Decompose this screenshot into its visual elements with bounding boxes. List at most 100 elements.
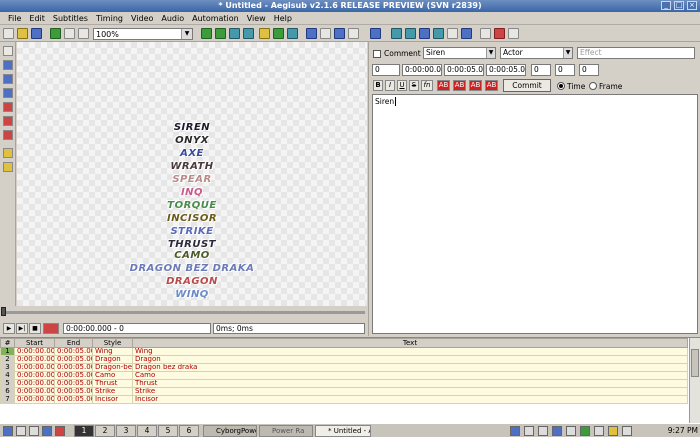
zoom-in-icon[interactable] — [64, 28, 75, 39]
open-file-icon[interactable] — [17, 28, 28, 39]
menu-subtitles[interactable]: Subtitles — [49, 12, 92, 24]
automation-icon[interactable] — [370, 28, 381, 39]
minimize-button[interactable]: _ — [661, 1, 671, 10]
clipboard-icon[interactable] — [594, 426, 604, 436]
column-header-number[interactable]: # — [0, 338, 15, 348]
column-header-text[interactable]: Text — [132, 338, 688, 348]
table-row[interactable]: 7 0:00:00.00 0:00:05.00 Incisor Incisor — [0, 395, 688, 404]
table-row[interactable]: 1 0:00:00.00 0:00:05.00 Wing Wing — [0, 347, 688, 356]
terminal-icon[interactable] — [16, 426, 26, 436]
layer-field[interactable]: 0 — [372, 64, 400, 76]
table-row[interactable]: 3 0:00:00.00 0:00:05.00 Dragon-bez Drago… — [0, 363, 688, 372]
shift-times-icon[interactable] — [259, 28, 270, 39]
snap-start-icon[interactable] — [201, 28, 212, 39]
comment-checkbox[interactable] — [373, 50, 381, 58]
kanji-timer-icon[interactable] — [447, 28, 458, 39]
maximize-button[interactable]: □ — [674, 1, 684, 10]
table-row[interactable]: 2 0:00:00.00 0:00:05.00 Dragon Dragon — [0, 355, 688, 364]
menu-view[interactable]: View — [243, 12, 270, 24]
duration-field[interactable]: 0:00:05.00 — [486, 64, 526, 76]
resample-resolution-icon[interactable] — [419, 28, 430, 39]
clock[interactable]: 9:27 PM — [668, 425, 698, 437]
primary-color-button[interactable]: AB — [437, 80, 450, 91]
desktop-6-button[interactable]: 6 — [179, 425, 199, 437]
outline-color-button[interactable]: AB — [469, 80, 482, 91]
spell-check-icon[interactable] — [461, 28, 472, 39]
underline-button[interactable]: U — [397, 80, 407, 91]
scale-tool-icon[interactable] — [3, 102, 13, 112]
help-icon[interactable] — [3, 162, 13, 172]
drag-tool-icon[interactable] — [3, 60, 13, 70]
translation-assistant-icon[interactable] — [405, 28, 416, 39]
standard-tool-icon[interactable] — [3, 46, 13, 56]
task-aegisub[interactable]: * Untitled - A — [315, 425, 371, 437]
video-seek-bar[interactable] — [3, 311, 365, 314]
keyboard-layout-icon[interactable] — [510, 426, 520, 436]
volume-icon[interactable] — [538, 426, 548, 436]
resample-icon[interactable] — [287, 28, 298, 39]
desktop-3-button[interactable]: 3 — [116, 425, 136, 437]
zoom-dropdown[interactable]: 100% ▼ — [93, 28, 193, 40]
start-time-field[interactable]: 0:00:00.00 — [402, 64, 442, 76]
menu-automation[interactable]: Automation — [188, 12, 243, 24]
tray-app-icon[interactable] — [566, 426, 576, 436]
margin-left-field[interactable]: 0 — [531, 64, 551, 76]
battery-icon[interactable] — [552, 426, 562, 436]
video-time-field[interactable]: 0:00:00.000 - 0 — [63, 323, 211, 334]
clip-tool-icon[interactable] — [3, 116, 13, 126]
grid-tags-icon[interactable] — [494, 28, 505, 39]
styles-manager-icon[interactable] — [306, 28, 317, 39]
play-line-icon[interactable]: ▶| — [16, 323, 28, 334]
grid-text-icon[interactable] — [508, 28, 519, 39]
snap-scene-icon[interactable] — [243, 28, 254, 39]
close-button[interactable]: × — [687, 1, 697, 10]
new-file-icon[interactable] — [3, 28, 14, 39]
start-menu-icon[interactable] — [3, 426, 13, 436]
menu-help[interactable]: Help — [270, 12, 296, 24]
font-button[interactable]: fn — [421, 80, 433, 91]
end-time-field[interactable]: 0:00:05.00 — [444, 64, 484, 76]
bold-button[interactable]: B — [373, 80, 383, 91]
column-header-start[interactable]: Start — [14, 338, 55, 348]
properties-icon[interactable] — [320, 28, 331, 39]
rotate-z-tool-icon[interactable] — [3, 74, 13, 84]
frame-radio[interactable] — [589, 82, 597, 90]
jump-to-icon[interactable] — [50, 28, 61, 39]
actor-dropdown[interactable]: Actor ▼ — [500, 47, 573, 59]
rotate-xy-tool-icon[interactable] — [3, 88, 13, 98]
options-icon[interactable] — [480, 28, 491, 39]
play-icon[interactable]: ▶ — [3, 323, 15, 334]
snap-end-icon[interactable] — [215, 28, 226, 39]
update-icon[interactable] — [580, 426, 590, 436]
desktop-1-button[interactable]: 1 — [74, 425, 94, 437]
effect-field[interactable]: Effect — [577, 47, 695, 59]
table-row[interactable]: 6 0:00:00.00 0:00:05.00 Strike Strike — [0, 387, 688, 396]
snap-video-icon[interactable] — [229, 28, 240, 39]
network-icon[interactable] — [524, 426, 534, 436]
autoscroll-icon[interactable] — [43, 323, 59, 334]
notification-icon[interactable] — [608, 426, 618, 436]
margin-vertical-field[interactable]: 0 — [579, 64, 599, 76]
column-header-end[interactable]: End — [54, 338, 93, 348]
desktop-2-button[interactable]: 2 — [95, 425, 115, 437]
menu-video[interactable]: Video — [127, 12, 157, 24]
desktop-4-button[interactable]: 4 — [137, 425, 157, 437]
table-row[interactable]: 4 0:00:00.00 0:00:05.00 Camo Camo — [0, 371, 688, 380]
vector-clip-tool-icon[interactable] — [3, 130, 13, 140]
save-icon[interactable] — [31, 28, 42, 39]
fonts-collector-icon[interactable] — [348, 28, 359, 39]
subtitle-text-editor[interactable]: Siren — [372, 94, 698, 334]
style-dropdown[interactable]: Siren ▼ — [423, 47, 496, 59]
shadow-color-button[interactable]: AB — [485, 80, 498, 91]
timing-post-processor-icon[interactable] — [433, 28, 444, 39]
browser-icon[interactable] — [42, 426, 52, 436]
seek-handle[interactable] — [1, 307, 6, 316]
scrollbar-thumb[interactable] — [691, 349, 699, 377]
tray-icon[interactable] — [622, 426, 632, 436]
styling-assistant-icon[interactable] — [391, 28, 402, 39]
app-launcher-icon[interactable] — [55, 426, 65, 436]
stop-icon[interactable]: ■ — [29, 323, 41, 334]
italic-button[interactable]: I — [385, 80, 395, 91]
time-radio[interactable] — [557, 82, 565, 90]
task-power-ra[interactable]: Power Ra — [259, 425, 313, 437]
